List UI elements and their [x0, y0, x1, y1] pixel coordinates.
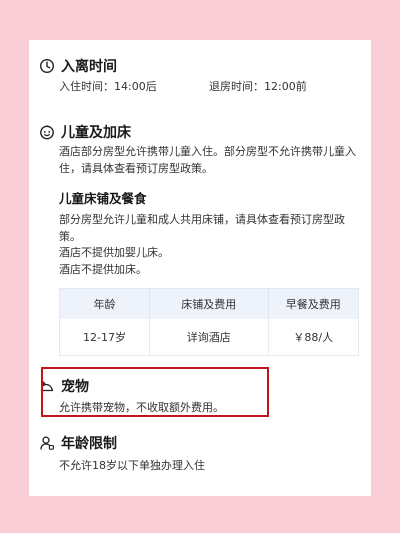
- table-header-age: 年龄: [59, 288, 151, 319]
- child-bed-line2: 策。: [59, 230, 81, 243]
- age-section-header: 年龄限制: [39, 433, 117, 453]
- policy-card: 入离时间 入住时间：14:00后 退房时间：12:00前 儿童及加床 酒店部分房…: [29, 40, 371, 496]
- child-face-icon: [39, 124, 55, 140]
- children-desc-line1: 酒店部分房型允许携带儿童入住。部分房型不允许携带儿童入: [59, 145, 356, 158]
- checkin-time: 入住时间：14:00后: [59, 79, 157, 95]
- checkin-value: 14:00后: [114, 80, 157, 93]
- child-policy-table: 年龄 床铺及费用 早餐及费用 12-17岁 详询酒店 ￥88/人: [59, 288, 359, 356]
- checkin-label: 入住时间：: [59, 80, 114, 93]
- table-cell-breakfast-fee: ￥88/人: [293, 331, 334, 344]
- checkin-title: 入离时间: [61, 59, 117, 75]
- clock-icon: [39, 58, 55, 74]
- checkout-value: 12:00前: [264, 80, 307, 93]
- children-desc-line2: 住，请具体查看预订房型政策。: [59, 162, 213, 175]
- table-cell-age: 12-17岁: [59, 319, 151, 356]
- children-section-header: 儿童及加床: [39, 122, 131, 142]
- child-bed-line1: 部分房型允许儿童和成人共用床铺，请具体查看预订房型政: [59, 213, 345, 226]
- table-header-bed-fee: 床铺及费用: [149, 288, 269, 319]
- children-title: 儿童及加床: [61, 125, 131, 141]
- checkout-time: 退房时间：12:00前: [209, 79, 307, 95]
- table-header-breakfast-fee: 早餐及费用: [268, 288, 359, 319]
- table-header-row: 年龄 床铺及费用 早餐及费用: [59, 288, 359, 319]
- person-badge-icon: [39, 435, 55, 451]
- checkin-section-header: 入离时间: [39, 56, 117, 76]
- no-crib-text: 酒店不提供加婴儿床。: [59, 246, 169, 259]
- no-extra-bed-text: 酒店不提供加床。: [59, 263, 147, 276]
- table-cell-bed-fee: 详询酒店: [149, 319, 269, 356]
- age-policy-text: 不允许18岁以下单独办理入住: [59, 459, 205, 472]
- pets-highlight-box: [41, 367, 269, 417]
- checkout-label: 退房时间：: [209, 80, 264, 93]
- age-title: 年龄限制: [61, 436, 117, 452]
- child-bed-meal-title: 儿童床铺及餐食: [59, 191, 147, 206]
- table-row: 12-17岁 详询酒店 ￥88/人: [59, 319, 359, 356]
